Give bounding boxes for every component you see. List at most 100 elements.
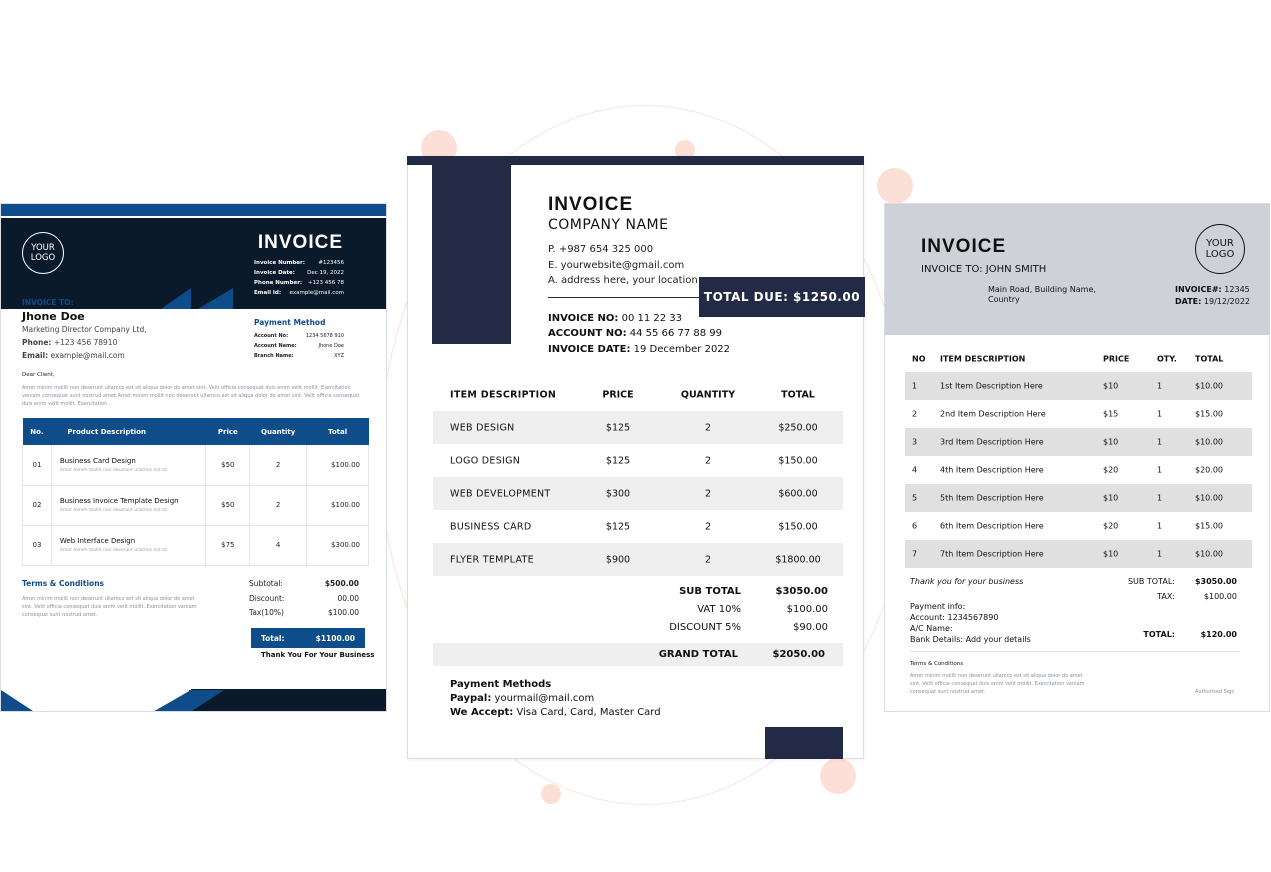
- logo-placeholder: YOUR LOGO: [22, 232, 64, 274]
- invoice-meta: Invoice Number: #123456 Invoice Date: Dec …: [254, 258, 344, 298]
- discount-row: Discount: 00.00: [249, 594, 359, 603]
- table-row: 3 3rd Item Description Here $10 1 $10.00: [905, 428, 1252, 456]
- intro-text: Amet minim mollit non deserunt ullamco e…: [22, 385, 360, 407]
- products-table: No. Product Description Price Quantity T…: [22, 418, 369, 566]
- client-name: Jhone Doe: [22, 310, 85, 323]
- decorative-dot: [541, 784, 561, 804]
- column-header: TOTAL: [1195, 354, 1224, 364]
- payment-row: Branch Name: XYZ: [254, 353, 344, 359]
- payment-row: Account No: 1234 5678 910: [254, 333, 344, 339]
- footer-accent: [189, 690, 224, 711]
- column-header: Total: [306, 418, 369, 445]
- authorised-sign: Authorised Sign: [1195, 689, 1235, 695]
- header-accent: [161, 288, 191, 309]
- client-address: Main Road, Building Name, Country: [988, 285, 1096, 304]
- client-email: Email: example@mail.com: [22, 351, 125, 360]
- decorative-dot: [877, 168, 913, 204]
- table-row: 1 1st Item Description Here $10 1 $10.00: [905, 372, 1252, 400]
- top-band: [1, 204, 386, 216]
- payment-info-title: Payment info:: [910, 602, 966, 611]
- table-header: ITEM DESCRIPTION PRICE QUANTITY TOTAL: [433, 385, 843, 405]
- payment-row: Account Name: Jhone Doe: [254, 343, 344, 349]
- divider: [548, 297, 708, 298]
- footer-block: [765, 727, 843, 759]
- product-name: Web Interface Design: [59, 537, 136, 545]
- tax-row: Tax(10%) $100.00: [249, 608, 359, 617]
- invoice-number: INVOICE#: 12345: [1175, 285, 1250, 294]
- company-email: E. yourwebsite@gmail.com: [548, 260, 685, 271]
- greeting: Dear Client,: [22, 372, 55, 378]
- invoice-template-grey[interactable]: INVOICE INVOICE TO: JOHN SMITH Main Road…: [884, 203, 1270, 712]
- column-header: QUANTITY: [680, 389, 736, 401]
- invoice-date: DATE: 19/12/2022: [1175, 297, 1250, 306]
- table-row: 02 Business Invoice Template Design Amet …: [22, 485, 369, 526]
- company-name: COMPANY NAME: [548, 217, 669, 233]
- column-header: ITEM DESCRIPTION: [450, 389, 557, 401]
- table-row: WEB DEVELOPMENT $300 2 $600.00: [433, 477, 843, 510]
- divider: [910, 651, 1240, 652]
- meta-value: Dec 19, 2022: [307, 270, 344, 276]
- column-header: Quantity: [249, 418, 307, 445]
- top-bar: [407, 156, 864, 165]
- invoice-title: INVOICE: [921, 236, 1007, 257]
- client-phone: Phone: +123 456 78910: [22, 338, 118, 347]
- decorative-dot: [820, 758, 856, 794]
- payment-method-title: Payment Method: [254, 318, 326, 327]
- product-subtext: Amet minim mollit non deserunt ullamco e…: [59, 467, 169, 473]
- invoice-template-blue[interactable]: YOUR LOGO INVOICE Invoice Number: #123456…: [0, 203, 387, 712]
- paypal-line: Paypal: yourmail@mail.com: [450, 693, 595, 704]
- invoice-date: INVOICE DATE: 19 December 2022: [548, 344, 731, 355]
- column-header: No.: [22, 418, 52, 445]
- footer-accent: [151, 690, 191, 711]
- invoice-template-navy[interactable]: INVOICE COMPANY NAME P. +987 654 325 000…: [407, 156, 865, 759]
- invoice-number: INVOICE NO: 00 11 22 33: [548, 313, 683, 324]
- table-row: 4 4th Item Description Here $20 1 $20.00: [912, 465, 1223, 475]
- terms-title: Terms & Conditions: [910, 661, 964, 667]
- ac-name-line: A/C Name:: [910, 624, 953, 633]
- header-accent: [198, 288, 233, 309]
- invoice-title: INVOICE: [548, 194, 634, 215]
- thank-you-note: Thank You For Your Business: [261, 651, 375, 659]
- column-header: ITEM DESCRIPTION: [940, 354, 1026, 364]
- product-subtext: Amet minim mollit non deserunt ullamco e…: [59, 548, 169, 553]
- logo-placeholder: YOUR LOGO: [1195, 224, 1245, 274]
- column-header: NO: [912, 354, 926, 364]
- side-block: [432, 165, 511, 344]
- company-address: A. address here, your location: [548, 275, 698, 286]
- column-header: OTY.: [1157, 354, 1177, 364]
- column-header: Product Description: [51, 418, 206, 445]
- terms-text: Amet minim mollit non deserunt ullamco e…: [22, 596, 197, 618]
- total-due-banner: TOTAL DUE: $1250.00: [699, 277, 865, 317]
- column-header: Price: [205, 418, 250, 445]
- terms-text: Amet minim mollit non deserunt ullamco e…: [910, 673, 1085, 695]
- meta-value: #123456: [318, 260, 344, 266]
- invoice-to: INVOICE TO: JOHN SMITH: [921, 264, 1047, 275]
- meta-value: example@mail.com: [289, 290, 344, 296]
- invoice-title: INVOICE: [257, 232, 343, 253]
- table-row: FLYER TEMPLATE $900 2 $1800.00: [433, 543, 843, 576]
- account-line: Account: 1234567890: [910, 613, 999, 622]
- terms-title: Terms & Conditions: [22, 579, 104, 588]
- table-row: 6 6th Item Description Here $20 1 $15.00: [912, 521, 1223, 531]
- table-row: 03 Web Interface Design Amet minim mollit…: [22, 525, 369, 566]
- client-company: Marketing Director Company Ltd,: [22, 325, 147, 334]
- column-header: TOTAL: [781, 389, 815, 401]
- bank-details-line: Bank Details: Add your details: [910, 635, 1031, 644]
- footer-accent: [1, 690, 36, 711]
- meta-value: +123 456 78: [307, 280, 344, 286]
- table-row: 7 7th Item Description Here $10 1 $10.00: [905, 540, 1252, 568]
- meta-label: Email Id:: [254, 290, 282, 296]
- column-header: PRICE: [1103, 354, 1130, 364]
- payment-methods-title: Payment Methods: [450, 679, 552, 690]
- product-name: Business Invoice Template Design: [59, 497, 179, 505]
- account-number: ACCOUNT NO: 44 55 66 77 88 99: [548, 328, 723, 339]
- table-row: 2 2nd Item Description Here $15 1 $15.00: [912, 409, 1223, 419]
- table-row: BUSINESS CARD $125 2 $150.00: [450, 521, 818, 532]
- table-row: 5 5th Item Description Here $10 1 $10.00: [905, 484, 1252, 512]
- meta-label: Invoice Date:: [254, 270, 295, 276]
- accepted-cards-line: We Accept: Visa Card, Card, Master Card: [450, 707, 661, 718]
- subtotal-row: Subtotal: $500.00: [249, 579, 359, 588]
- thank-you-note: Thank you for your business: [910, 577, 1024, 586]
- invoice-to-label: INVOICE TO:: [22, 298, 74, 307]
- table-row: 01 Business Card Design Amet minim mollit…: [22, 445, 369, 486]
